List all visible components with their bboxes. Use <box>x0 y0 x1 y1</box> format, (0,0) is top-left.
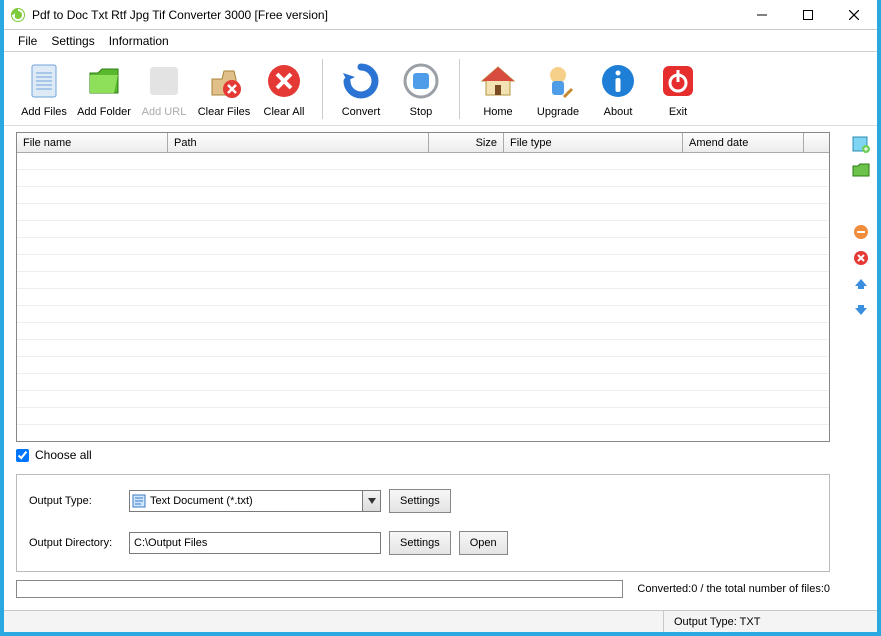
side-add-folder-icon[interactable] <box>851 160 871 180</box>
txt-icon <box>130 494 148 508</box>
body-area: File name Path Size File type Amend date… <box>4 126 877 610</box>
output-panel: Output Type: Text Document (*.txt) Setti… <box>16 474 830 572</box>
side-remove-icon[interactable] <box>851 222 871 242</box>
output-type-select[interactable]: Text Document (*.txt) <box>129 490 381 512</box>
window-title: Pdf to Doc Txt Rtf Jpg Tif Converter 300… <box>32 8 328 22</box>
open-directory-button[interactable]: Open <box>459 531 508 555</box>
maximize-button[interactable] <box>785 0 831 30</box>
statusbar: Output Type: TXT <box>4 610 877 632</box>
about-icon <box>597 60 639 102</box>
output-directory-label: Output Directory: <box>29 537 121 549</box>
output-directory-settings-button[interactable]: Settings <box>389 531 451 555</box>
folder-icon <box>83 60 125 102</box>
home-icon <box>477 60 519 102</box>
titlebar: Pdf to Doc Txt Rtf Jpg Tif Converter 300… <box>4 0 877 30</box>
clear-files-icon <box>203 60 245 102</box>
url-icon <box>143 60 185 102</box>
choose-all-label: Choose all <box>35 448 92 462</box>
menu-information[interactable]: Information <box>109 34 169 48</box>
col-size[interactable]: Size <box>429 133 504 152</box>
col-amend-date[interactable]: Amend date <box>683 133 804 152</box>
app-window: Pdf to Doc Txt Rtf Jpg Tif Converter 300… <box>4 0 877 632</box>
upgrade-button[interactable]: Upgrade <box>528 54 588 124</box>
progress-bar <box>16 580 623 598</box>
side-clear-icon[interactable] <box>851 248 871 268</box>
clear-files-button[interactable]: Clear Files <box>194 54 254 124</box>
table-body[interactable] <box>17 153 829 441</box>
stop-button[interactable]: Stop <box>391 54 451 124</box>
exit-icon <box>657 60 699 102</box>
convert-icon <box>340 60 382 102</box>
toolbar: Add Files Add Folder Add URL <box>4 52 877 126</box>
output-type-settings-button[interactable]: Settings <box>389 489 451 513</box>
file-icon <box>23 60 65 102</box>
side-move-up-icon[interactable] <box>851 274 871 294</box>
output-type-value: Text Document (*.txt) <box>148 495 362 507</box>
window-controls <box>739 0 877 30</box>
chevron-down-icon <box>362 491 380 511</box>
choose-all-checkbox[interactable] <box>16 449 29 462</box>
output-type-label: Output Type: <box>29 495 121 507</box>
app-icon <box>10 7 26 23</box>
side-move-down-icon[interactable] <box>851 300 871 320</box>
home-button[interactable]: Home <box>468 54 528 124</box>
menu-settings[interactable]: Settings <box>51 34 94 48</box>
main-column: File name Path Size File type Amend date… <box>4 126 845 610</box>
toolbar-separator <box>459 59 460 119</box>
clear-all-button[interactable]: Clear All <box>254 54 314 124</box>
col-spacer <box>804 133 829 152</box>
clear-all-icon <box>263 60 305 102</box>
about-button[interactable]: About <box>588 54 648 124</box>
table-header: File name Path Size File type Amend date <box>17 133 829 153</box>
close-button[interactable] <box>831 0 877 30</box>
convert-button[interactable]: Convert <box>331 54 391 124</box>
file-table[interactable]: File name Path Size File type Amend date <box>16 132 830 442</box>
choose-all-row: Choose all <box>16 448 845 462</box>
col-file-name[interactable]: File name <box>17 133 168 152</box>
add-files-button[interactable]: Add Files <box>14 54 74 124</box>
status-row: Converted:0 / the total number of files:… <box>16 580 830 598</box>
upgrade-icon <box>537 60 579 102</box>
add-url-button: Add URL <box>134 54 194 124</box>
stop-icon <box>400 60 442 102</box>
side-add-file-icon[interactable] <box>851 134 871 154</box>
col-path[interactable]: Path <box>168 133 429 152</box>
exit-button[interactable]: Exit <box>648 54 708 124</box>
side-toolbar <box>845 126 877 610</box>
col-file-type[interactable]: File type <box>504 133 683 152</box>
minimize-button[interactable] <box>739 0 785 30</box>
output-directory-input[interactable] <box>129 532 381 554</box>
statusbar-output-type: Output Type: TXT <box>663 611 877 632</box>
status-text: Converted:0 / the total number of files:… <box>623 583 830 595</box>
toolbar-separator <box>322 59 323 119</box>
menubar: File Settings Information <box>4 30 877 52</box>
menu-file[interactable]: File <box>18 34 37 48</box>
add-folder-button[interactable]: Add Folder <box>74 54 134 124</box>
